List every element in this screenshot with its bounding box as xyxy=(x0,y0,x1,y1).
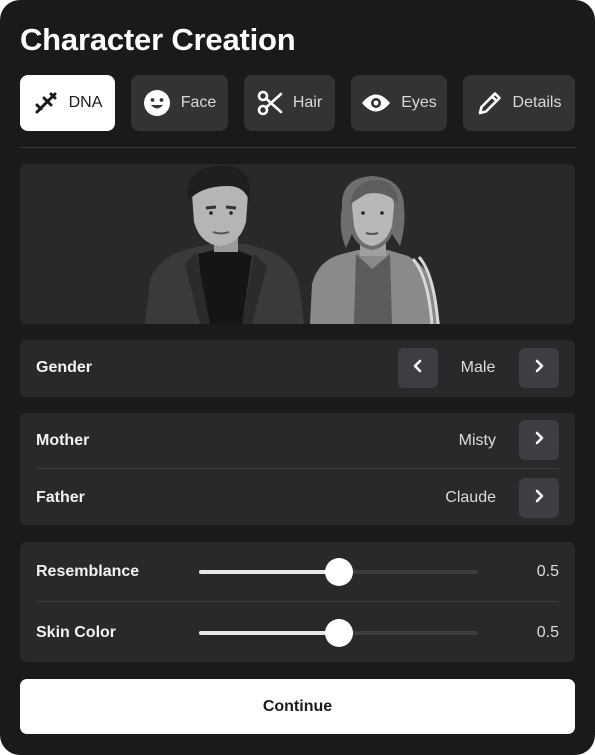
male-character xyxy=(145,165,304,324)
chevron-right-icon xyxy=(532,431,546,450)
tab-face[interactable]: Face xyxy=(131,75,228,131)
character-preview xyxy=(20,164,575,324)
tab-details[interactable]: Details xyxy=(463,75,575,131)
gender-next-button[interactable] xyxy=(519,348,559,388)
scissors-icon xyxy=(257,90,283,116)
mother-next-button[interactable] xyxy=(519,420,559,460)
skin-color-slider-thumb[interactable] xyxy=(324,619,353,647)
eye-icon xyxy=(361,92,391,114)
tab-label: Eyes xyxy=(401,94,437,111)
tab-bar: DNA Face Hair Eyes Details xyxy=(20,75,575,131)
divider xyxy=(20,147,575,148)
gender-value: Male xyxy=(460,359,496,376)
resemblance-slider-fill xyxy=(199,570,339,574)
mother-value: Misty xyxy=(458,432,496,449)
tab-label: Details xyxy=(512,94,562,111)
resemblance-value: 0.5 xyxy=(536,563,559,580)
tab-eyes[interactable]: Eyes xyxy=(351,75,447,131)
skin-color-label: Skin Color xyxy=(36,624,117,641)
resemblance-slider-thumb[interactable] xyxy=(324,558,353,586)
skin-color-value: 0.5 xyxy=(536,624,559,641)
chevron-right-icon xyxy=(532,489,546,508)
tab-label: DNA xyxy=(68,94,103,111)
gender-card: Gender Male xyxy=(20,340,575,397)
row-divider xyxy=(36,468,559,469)
character-creation-panel: Character Creation DNA Face Hair Eyes De… xyxy=(0,0,595,755)
chevron-left-icon xyxy=(411,359,425,378)
tab-dna[interactable]: DNA xyxy=(20,75,115,131)
resemblance-slider[interactable] xyxy=(199,558,478,586)
sliders-card: Resemblance 0.5 Skin Color 0.5 xyxy=(20,542,575,662)
tab-hair[interactable]: Hair xyxy=(244,75,335,131)
father-value: Claude xyxy=(445,489,496,506)
father-label: Father xyxy=(36,489,85,506)
continue-button[interactable]: Continue xyxy=(20,679,575,734)
gender-label: Gender xyxy=(36,359,93,376)
father-next-button[interactable] xyxy=(519,478,559,518)
skin-color-slider-fill xyxy=(199,631,339,635)
pencil-icon xyxy=(477,90,503,116)
gender-prev-button[interactable] xyxy=(398,348,438,388)
resemblance-label: Resemblance xyxy=(36,563,140,580)
parents-card: Mother Misty Father Claude xyxy=(20,413,575,525)
female-character xyxy=(310,176,440,324)
page-title: Character Creation xyxy=(20,22,296,57)
tab-label: Hair xyxy=(292,94,323,111)
smiley-face-icon xyxy=(143,89,171,117)
skin-color-slider[interactable] xyxy=(199,619,478,647)
mother-label: Mother xyxy=(36,432,90,449)
row-divider xyxy=(36,601,559,602)
dna-icon xyxy=(33,90,59,116)
tab-label: Face xyxy=(180,94,217,111)
chevron-right-icon xyxy=(532,359,546,378)
